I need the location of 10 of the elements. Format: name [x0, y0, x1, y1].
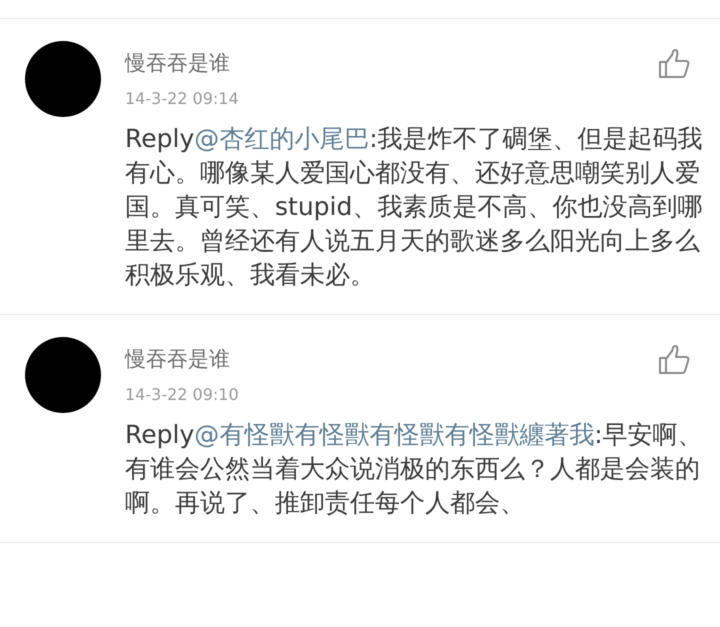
author-name[interactable]: 慢吞吞是谁	[125, 49, 230, 77]
author-name[interactable]: 慢吞吞是谁	[125, 345, 230, 373]
comment-text: Reply@杏红的小尾巴:我是炸不了碉堡、但是起码我有心。哪像某人爱国心都没有、还好意思嘲笑别人爱国。真可笑、stupid、我素质是不高、你也没高到哪里去。曾经还有人说五月天的歌迷多么阳光向上多么积极乐观、我看未必。	[125, 123, 704, 291]
comment-text: Reply@有怪獸有怪獸有怪獸有怪獸纏著我:早安啊、有谁会公然当着大众说消极的东西么？人都是会装的啊。再说了、推卸责任每个人都会、	[125, 419, 704, 519]
comment-time: 14-3-22 09:10	[125, 385, 239, 404]
mention-link[interactable]: @杏红的小尾巴	[194, 124, 370, 153]
thumbs-up-icon[interactable]	[658, 49, 690, 79]
comment-time: 14-3-22 09:14	[125, 89, 239, 108]
thumbs-up-icon[interactable]	[658, 345, 690, 375]
mention-link[interactable]: @有怪獸有怪獸有怪獸有怪獸纏著我	[194, 420, 594, 449]
